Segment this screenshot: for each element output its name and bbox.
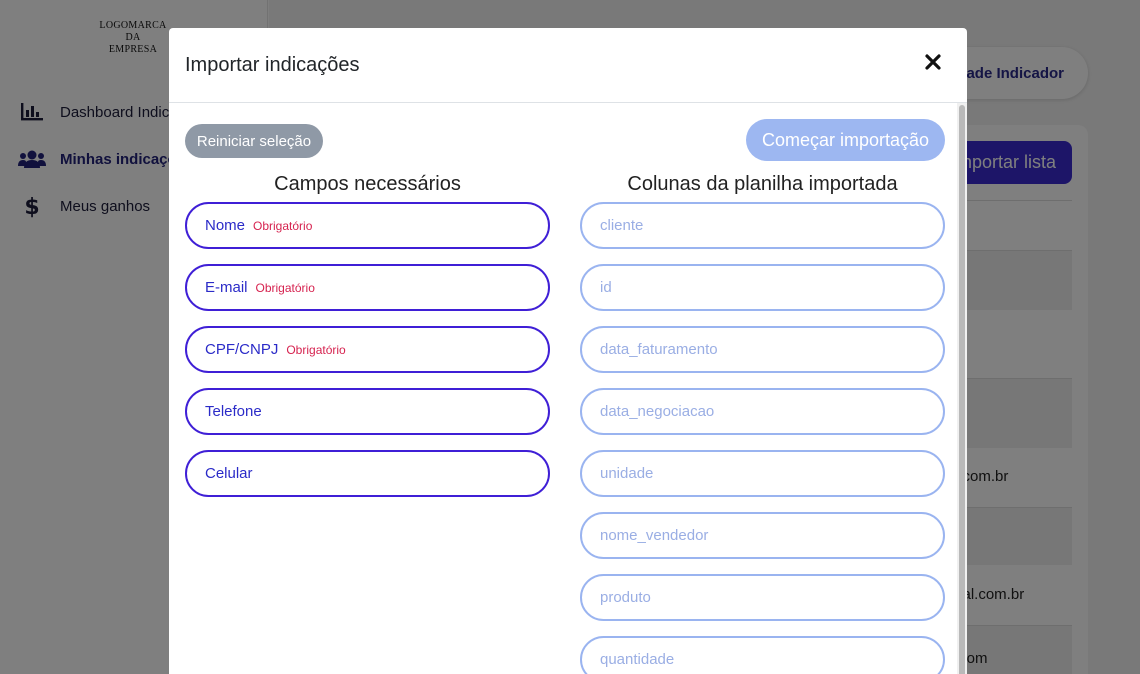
field-celular[interactable]: Celular <box>185 450 550 497</box>
modal-title: Importar indicações <box>185 53 360 76</box>
required-field-email[interactable]: E-mail Obrigatório <box>185 264 550 311</box>
field-name: CPF/CNPJ <box>205 341 279 358</box>
sheet-columns-title: Colunas da planilha importada <box>627 173 898 195</box>
sheet-column-item[interactable]: id <box>580 264 945 311</box>
required-field-nome[interactable]: Nome Obrigatório <box>185 202 550 249</box>
field-name: Celular <box>205 465 253 482</box>
close-button[interactable] <box>921 52 945 76</box>
sheet-column-item[interactable]: data_faturamento <box>580 326 945 373</box>
start-import-button[interactable]: Começar importação <box>746 119 945 161</box>
field-name: E-mail <box>205 279 248 296</box>
required-badge: Obrigatório <box>255 280 315 295</box>
close-icon <box>925 53 941 75</box>
sheet-column-item[interactable]: unidade <box>580 450 945 497</box>
import-modal: Importar indicações Reiniciar seleção Co… <box>169 28 967 674</box>
modal-scrollbar[interactable] <box>957 103 967 674</box>
sheet-column-item[interactable]: nome_vendedor <box>580 512 945 559</box>
required-badge: Obrigatório <box>286 342 346 357</box>
field-telefone[interactable]: Telefone <box>185 388 550 435</box>
sheet-column-item[interactable]: quantidade <box>580 636 945 674</box>
modal-body: Reiniciar seleção Começar importação Cam… <box>169 103 955 674</box>
required-badge: Obrigatório <box>253 218 313 233</box>
reset-selection-button[interactable]: Reiniciar seleção <box>185 124 323 158</box>
required-fields-title: Campos necessários <box>274 173 461 195</box>
required-field-cpf-cnpj[interactable]: CPF/CNPJ Obrigatório <box>185 326 550 373</box>
field-name: Telefone <box>205 403 262 420</box>
field-name: Nome <box>205 217 246 234</box>
sheet-column-item[interactable]: cliente <box>580 202 945 249</box>
modal-header: Importar indicações <box>169 28 967 103</box>
sheet-column-item[interactable]: produto <box>580 574 945 621</box>
scrollbar-thumb[interactable] <box>959 105 965 674</box>
sheet-column-item[interactable]: data_negociacao <box>580 388 945 435</box>
